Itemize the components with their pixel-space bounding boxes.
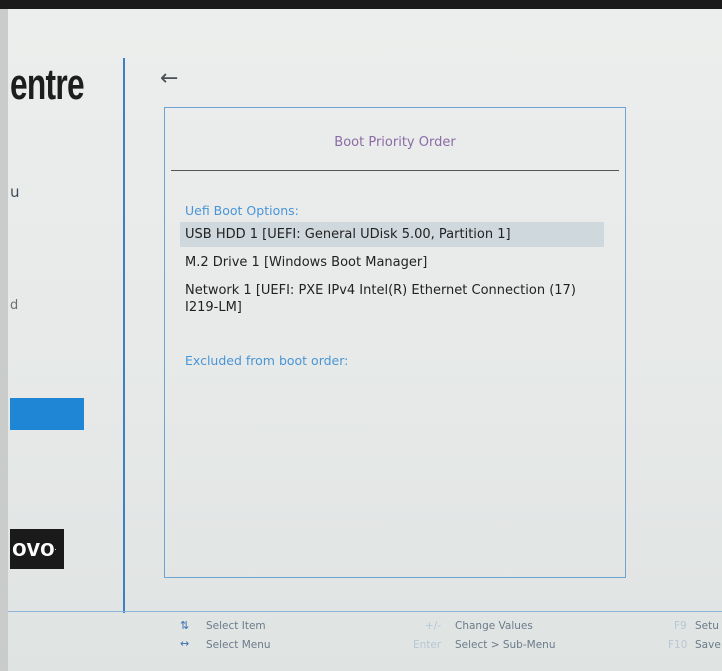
footer-change-values: Change Values (455, 620, 533, 632)
uefi-boot-options-label: Uefi Boot Options: (185, 203, 299, 218)
footer-f9-key: F9 (674, 620, 687, 632)
left-nav-selected-item[interactable] (10, 398, 84, 430)
footer-select-menu: Select Menu (206, 639, 271, 651)
footer-setup-defaults: Setu (695, 620, 719, 632)
lenovo-logo-mark: . (54, 546, 57, 552)
footer-enter-key: Enter (413, 639, 442, 651)
boot-option-usb-hdd[interactable]: USB HDD 1 [UEFI: General UDisk 5.00, Par… (180, 222, 604, 247)
boot-option-network[interactable]: Network 1 [UEFI: PXE IPv4 Intel(R) Ether… (180, 278, 604, 320)
left-nav-item-2[interactable]: d (10, 298, 18, 313)
footer-select-item: Select Item (206, 620, 266, 632)
left-right-arrows-icon: ↔ (180, 637, 190, 650)
panel-title: Boot Priority Order (334, 135, 456, 150)
monitor-bezel-left (0, 9, 8, 671)
up-down-arrows-icon: ⇅ (180, 619, 190, 632)
vertical-divider (123, 58, 125, 613)
footer-select-submenu: Select > Sub-Menu (455, 639, 556, 651)
boot-priority-panel: Boot Priority Order (164, 107, 626, 578)
excluded-boot-order-label: Excluded from boot order: (185, 353, 349, 368)
back-arrow-icon[interactable]: ← (160, 66, 178, 91)
left-nav-item[interactable]: u (10, 183, 20, 201)
panel-separator (171, 170, 619, 171)
lenovo-logo: ovo. (10, 529, 64, 569)
footer-save-exit: Save (695, 639, 721, 651)
brand-title: entre (10, 60, 85, 109)
boot-option-m2-drive[interactable]: M.2 Drive 1 [Windows Boot Manager] (180, 250, 604, 275)
footer-f10-key: F10 (668, 639, 688, 651)
monitor-bezel-top (0, 0, 722, 9)
footer-divider (8, 611, 722, 612)
lenovo-logo-text: ovo (12, 535, 55, 562)
footer-plus-minus-key: +/- (425, 620, 442, 632)
